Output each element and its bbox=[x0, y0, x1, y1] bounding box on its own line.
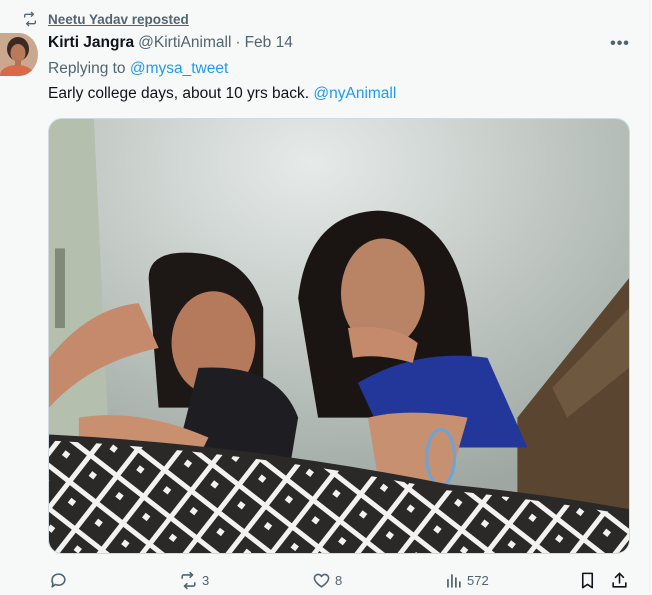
share-icon bbox=[612, 572, 627, 588]
repost-label[interactable]: Neetu Yadav reposted bbox=[48, 12, 189, 27]
share-button[interactable] bbox=[610, 568, 629, 592]
bookmark-icon bbox=[581, 572, 594, 588]
repost-count: 3 bbox=[202, 572, 210, 588]
tweet-date[interactable]: Feb 14 bbox=[245, 34, 293, 52]
views-count: 572 bbox=[467, 572, 489, 588]
views-button[interactable]: 572 bbox=[444, 568, 489, 592]
author-name[interactable]: Kirti Jangra bbox=[48, 34, 134, 52]
repost-header: Neetu Yadav reposted bbox=[22, 10, 189, 28]
tweet-header: Kirti Jangra @KirtiAnimall · Feb 14 bbox=[48, 34, 293, 52]
avatar[interactable] bbox=[0, 33, 38, 76]
tweet-card[interactable]: Neetu Yadav reposted Kirti Jangra @Kirti… bbox=[0, 0, 650, 595]
reply-icon bbox=[51, 572, 66, 588]
tweet-mention-link[interactable]: @nyAnimall bbox=[313, 85, 396, 102]
bookmark-button[interactable] bbox=[578, 568, 597, 592]
replying-mention-link[interactable]: @mysa_tweet bbox=[130, 60, 228, 77]
more-button[interactable]: ••• bbox=[605, 34, 635, 54]
like-button[interactable]: 8 bbox=[312, 568, 342, 592]
reply-button[interactable] bbox=[49, 568, 72, 592]
repost-icon bbox=[24, 11, 36, 27]
heart-icon bbox=[313, 573, 330, 588]
like-count: 8 bbox=[335, 572, 343, 588]
tweet-text: Early college days, about 10 yrs back. @… bbox=[48, 85, 396, 103]
views-icon bbox=[447, 573, 461, 588]
more-icon: ••• bbox=[610, 35, 630, 52]
replying-prefix: Replying to bbox=[48, 60, 130, 77]
author-handle[interactable]: @KirtiAnimall bbox=[138, 34, 231, 52]
tweet-photo[interactable] bbox=[48, 118, 630, 554]
tweet-body: Early college days, about 10 yrs back. bbox=[48, 85, 314, 102]
separator-dot: · bbox=[235, 34, 241, 51]
action-bar: 3 8 572 bbox=[48, 568, 632, 592]
repost-button[interactable]: 3 bbox=[179, 568, 209, 592]
replying-to: Replying to @mysa_tweet bbox=[48, 60, 228, 78]
repost-icon bbox=[181, 571, 196, 589]
